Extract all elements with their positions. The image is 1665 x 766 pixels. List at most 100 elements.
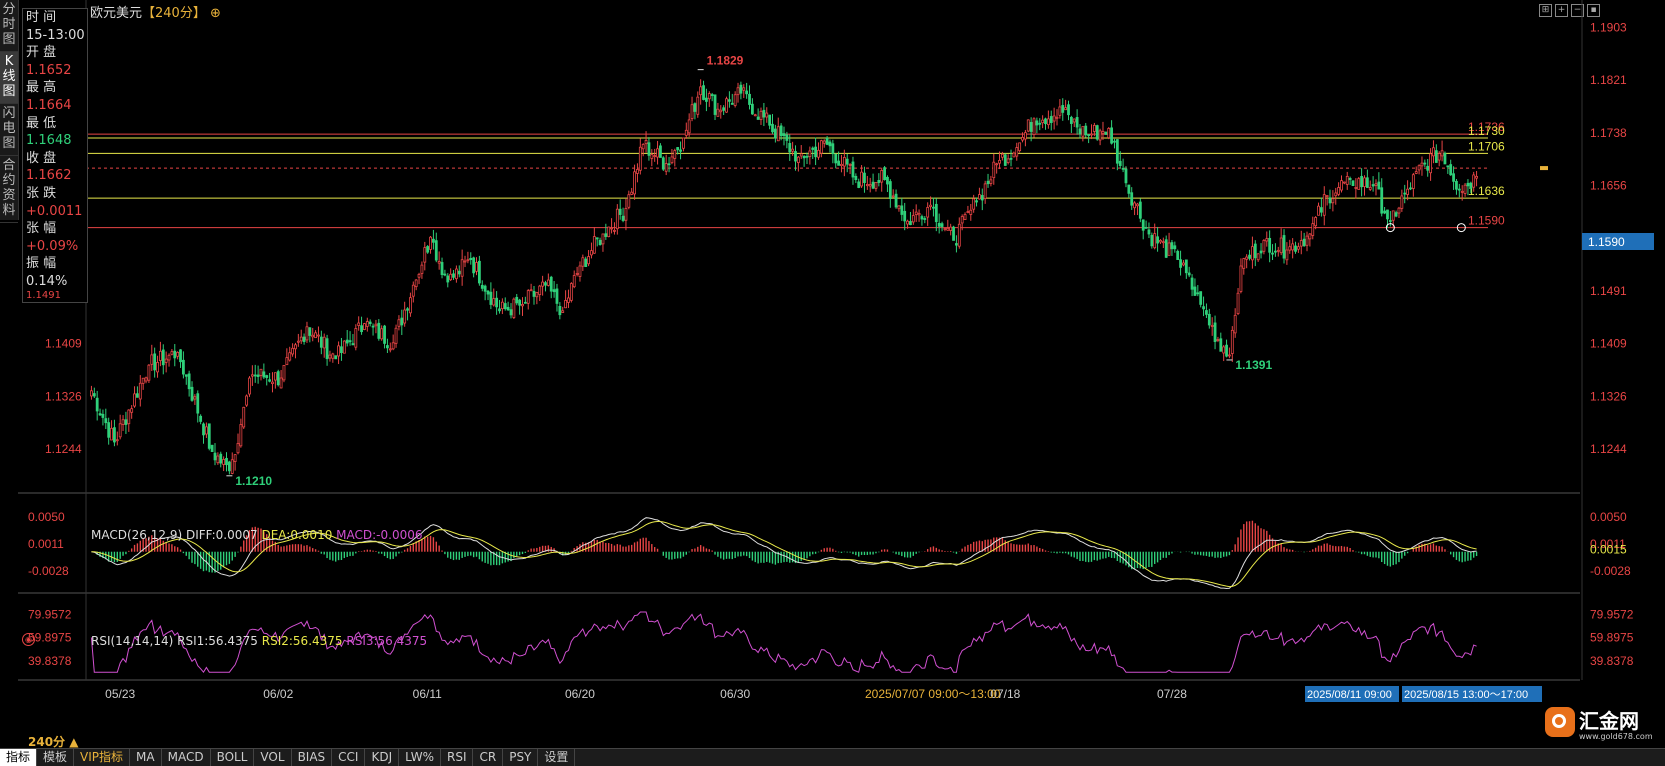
tab-cr[interactable]: CR: [473, 749, 504, 766]
candle-body: [914, 211, 918, 215]
candle-body: [799, 153, 803, 157]
tab-bias[interactable]: BIAS: [292, 749, 333, 766]
rsi-settings-icon[interactable]: ◉: [22, 633, 35, 646]
candle-body: [966, 211, 970, 213]
candle-body: [466, 259, 470, 262]
open-label: 开 盘: [26, 45, 57, 61]
tab-macd[interactable]: MACD: [162, 749, 211, 766]
candle-body: [1365, 177, 1369, 188]
candle-body: [1159, 239, 1162, 243]
candle-body: [127, 409, 131, 425]
candle-body: [1357, 178, 1361, 190]
candle-body: [216, 455, 220, 464]
candle-body: [661, 157, 665, 170]
tab-settings[interactable]: 设置: [538, 749, 576, 766]
candle-body: [526, 290, 530, 304]
candle-body: [365, 321, 369, 327]
candle-body: [503, 303, 507, 310]
candle-body: [765, 112, 769, 118]
candle-body: [860, 171, 863, 187]
candle-body: [727, 99, 731, 102]
candle-body: [1121, 167, 1125, 170]
candle-body: [888, 181, 892, 199]
candle-body: [779, 125, 783, 137]
tab-cci[interactable]: CCI: [332, 749, 366, 766]
candle-body: [748, 93, 751, 105]
candle-body: [1193, 286, 1197, 296]
amplitude-value: 0.14%: [26, 273, 68, 289]
candle-body: [848, 164, 852, 166]
candle-body: [141, 377, 145, 384]
candle-body: [1259, 250, 1263, 254]
tab-psy[interactable]: PSY: [503, 749, 539, 766]
tab-ma[interactable]: MA: [130, 749, 162, 766]
candle-body: [1184, 259, 1188, 274]
candle-body: [417, 273, 421, 278]
candle-body: [644, 140, 648, 145]
candle-body: [762, 109, 766, 118]
candle-body: [851, 161, 855, 178]
candle-body: [541, 281, 545, 287]
candle-body: [544, 282, 547, 286]
tab-boll[interactable]: BOLL: [211, 749, 255, 766]
candle-body: [460, 259, 464, 277]
candle-body: [532, 290, 536, 297]
candle-body: [288, 352, 292, 361]
candle-body: [411, 284, 415, 297]
candle-body: [400, 317, 404, 326]
candle-body: [690, 104, 694, 119]
candle-body: [337, 345, 340, 357]
macd-dea: DEA:0.0010: [261, 528, 333, 542]
candle-body: [1403, 192, 1407, 195]
candle-body: [282, 365, 286, 381]
candle-body: [1440, 150, 1444, 157]
candle-body: [578, 265, 582, 277]
tab-indicators[interactable]: 指标: [0, 749, 38, 766]
candle-body: [969, 209, 973, 215]
candle-body: [607, 226, 611, 238]
tab-vip-indicators[interactable]: VIP指标: [74, 749, 131, 766]
candle-body: [1299, 240, 1303, 247]
y-tick-right-3: 1.1656: [1590, 178, 1627, 192]
tab-vol[interactable]: VOL: [254, 749, 292, 766]
candle-body: [1167, 242, 1171, 256]
candle-body: [1127, 184, 1131, 194]
candle-body: [518, 299, 522, 306]
candle-body: [1354, 187, 1358, 189]
tab-lw[interactable]: LW%: [399, 749, 441, 766]
candle-body: [1334, 192, 1338, 197]
candle-body: [1092, 124, 1096, 132]
tab-rsi[interactable]: RSI: [441, 749, 474, 766]
hline-label-2: 1.1706: [1468, 139, 1505, 153]
candle-body: [710, 94, 714, 96]
candle-body: [805, 155, 809, 158]
candle-body: [299, 336, 303, 342]
tab-kdj[interactable]: KDJ: [365, 749, 400, 766]
candle-body: [259, 368, 263, 376]
candle-body: [173, 350, 177, 359]
candle-body: [1443, 152, 1447, 165]
y-tick-left-3: 1.1244: [45, 442, 82, 456]
candle-body: [1253, 243, 1257, 259]
candle-body: [722, 107, 726, 111]
candle-body: [523, 301, 527, 304]
candle-body: [730, 102, 734, 105]
candle-body: [472, 257, 476, 274]
candle-body: [1205, 310, 1208, 315]
rsi-label: RSI(14,14,14): [91, 634, 174, 648]
candle-body: [1130, 192, 1134, 206]
annotation-label-1: 1.1210: [235, 474, 272, 488]
candle-body: [509, 309, 513, 316]
candle-body: [1420, 162, 1424, 167]
candle-body: [1429, 153, 1432, 174]
candle-body: [1225, 344, 1228, 357]
candle-body: [1417, 165, 1421, 171]
candle-body: [1072, 118, 1076, 123]
candle-body: [414, 279, 418, 288]
tab-templates[interactable]: 模板: [37, 749, 75, 766]
y-tick-right-6: 1.1326: [1590, 390, 1627, 404]
candle-body: [998, 159, 1001, 164]
candle-body: [515, 296, 519, 304]
candle-body: [1374, 183, 1378, 186]
candle-body: [420, 264, 424, 274]
